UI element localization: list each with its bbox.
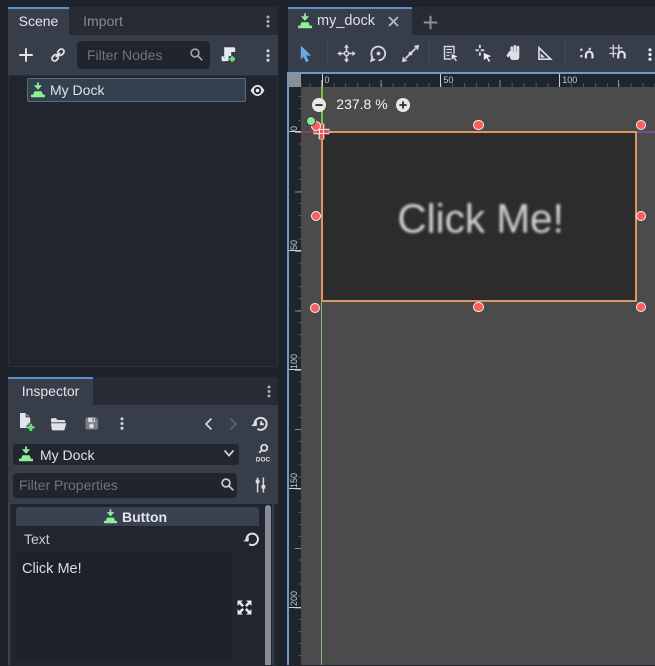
svg-text:DOC: DOC (256, 457, 271, 464)
